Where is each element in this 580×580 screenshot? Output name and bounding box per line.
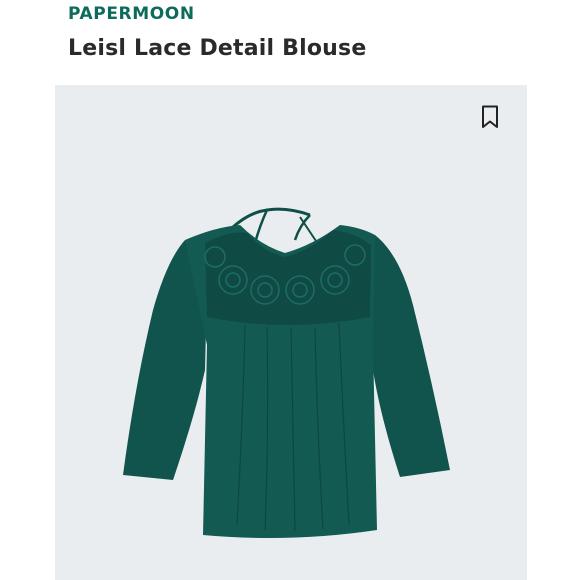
brand-name[interactable]: PAPERMOON [68,4,195,24]
bookmark-icon[interactable] [481,105,499,129]
product-image[interactable] [55,85,527,580]
product-title: Leisl Lace Detail Blouse [68,36,367,61]
blouse-illustration [123,207,450,539]
